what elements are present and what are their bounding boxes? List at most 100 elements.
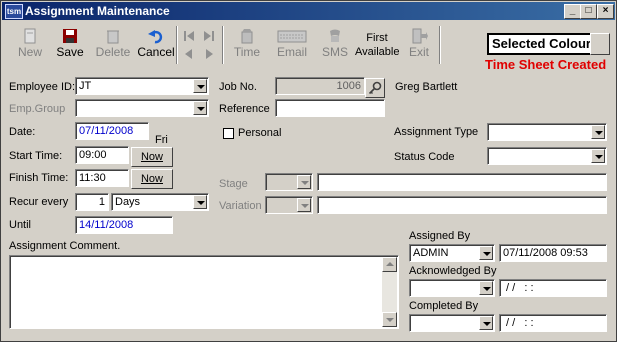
- save-button[interactable]: Save: [51, 26, 89, 64]
- completed-by-combo[interactable]: [409, 314, 495, 332]
- previous-record-icon[interactable]: [181, 47, 197, 61]
- scroll-up-icon[interactable]: [382, 257, 397, 272]
- assigned-by-datetime[interactable]: 07/11/2008 09:53: [499, 244, 607, 262]
- toolbar-separator: [176, 26, 178, 64]
- chevron-down-icon[interactable]: [297, 198, 311, 212]
- delete-button[interactable]: Delete: [91, 26, 135, 64]
- first-available-label-line2: Available: [355, 46, 400, 58]
- assigned-by-value: ADMIN: [413, 247, 449, 259]
- email-label: Email: [276, 45, 307, 59]
- cancel-button[interactable]: Cancel: [137, 26, 175, 64]
- start-time-label: Start Time:: [9, 150, 63, 162]
- assignment-comment-label: Assignment Comment.: [9, 240, 121, 252]
- exit-button[interactable]: Exit: [401, 26, 437, 64]
- finish-time-field[interactable]: 11:30: [75, 169, 129, 187]
- chevron-down-icon[interactable]: [479, 316, 493, 330]
- phone-icon: [330, 29, 340, 42]
- chevron-down-icon[interactable]: [591, 125, 605, 139]
- colour-picker-button[interactable]: [590, 33, 610, 55]
- maximize-button[interactable]: □: [580, 4, 597, 19]
- acknowledged-by-combo[interactable]: [409, 279, 495, 297]
- stage-description-field[interactable]: [317, 173, 607, 191]
- minimize-button[interactable]: _: [564, 4, 581, 19]
- finish-time-label: Finish Time:: [9, 172, 69, 184]
- first-record-icon[interactable]: [181, 29, 197, 43]
- job-lookup-button[interactable]: [365, 78, 385, 98]
- chevron-down-icon[interactable]: [193, 101, 207, 115]
- acknowledged-by-datetime[interactable]: / / : :: [499, 279, 607, 297]
- completed-by-label: Completed By: [409, 300, 479, 312]
- reference-label: Reference: [219, 103, 270, 115]
- new-button[interactable]: New: [11, 26, 49, 64]
- now-label: Now: [140, 151, 163, 163]
- cancel-label: Cancel: [137, 45, 175, 59]
- close-button[interactable]: ×: [597, 4, 614, 19]
- first-available-label-line1: First: [366, 32, 388, 44]
- first-available-button[interactable]: First Available: [355, 31, 399, 69]
- start-time-field[interactable]: 09:00: [75, 146, 129, 164]
- undo-arrow-icon: [148, 30, 163, 44]
- assignment-maintenance-window: tsm Assignment Maintenance _ □ × New Sav…: [0, 0, 617, 342]
- chevron-down-icon[interactable]: [297, 175, 311, 189]
- job-no-field[interactable]: 1006: [275, 77, 365, 95]
- recur-every-label: Recur every: [9, 196, 69, 208]
- assignment-type-combo[interactable]: [487, 123, 607, 141]
- acknowledged-by-label: Acknowledged By: [409, 265, 497, 277]
- email-button[interactable]: Email: [271, 26, 313, 64]
- comment-scrollbar[interactable]: [382, 257, 397, 327]
- next-record-icon[interactable]: [201, 47, 217, 61]
- chevron-down-icon[interactable]: [193, 195, 207, 209]
- completed-by-datetime[interactable]: / / : :: [499, 314, 607, 332]
- delete-label: Delete: [95, 45, 131, 59]
- new-document-icon: [24, 28, 36, 44]
- start-time-now-button[interactable]: Now: [131, 147, 173, 167]
- assignment-type-label: Assignment Type: [394, 126, 479, 138]
- emp-group-combo[interactable]: [75, 99, 209, 117]
- toolbar-separator: [222, 26, 224, 64]
- employee-name: Greg Bartlett: [395, 81, 458, 93]
- until-label: Until: [9, 219, 32, 231]
- recur-unit-value: Days: [115, 196, 141, 208]
- recur-every-field[interactable]: 1: [75, 193, 109, 211]
- sms-button[interactable]: SMS: [317, 26, 353, 64]
- variation-label: Variation: [219, 200, 262, 212]
- date-field[interactable]: 07/11/2008: [75, 122, 149, 140]
- employee-id-label: Employee ID:: [9, 81, 76, 93]
- key-icon: [368, 81, 382, 95]
- chevron-down-icon[interactable]: [479, 281, 493, 295]
- scroll-down-icon[interactable]: [382, 312, 397, 327]
- employee-id-value: JT: [79, 80, 92, 92]
- day-of-week: Fri: [155, 134, 168, 146]
- variation-combo[interactable]: [265, 196, 313, 214]
- assigned-by-combo[interactable]: ADMIN: [409, 244, 495, 262]
- variation-description-field[interactable]: [317, 196, 607, 214]
- reference-field[interactable]: [275, 99, 385, 117]
- recur-unit-combo[interactable]: Days: [111, 193, 209, 211]
- employee-id-combo[interactable]: JT: [75, 77, 209, 95]
- time-button[interactable]: Time: [227, 26, 267, 64]
- job-no-label: Job No.: [219, 81, 257, 93]
- until-date-field[interactable]: 14/11/2008: [75, 216, 173, 234]
- window-title: Assignment Maintenance: [25, 4, 170, 18]
- sms-label: SMS: [321, 45, 348, 59]
- status-code-combo[interactable]: [487, 147, 607, 165]
- last-record-icon[interactable]: [201, 29, 217, 43]
- delete-icon: [107, 30, 119, 44]
- assignment-comment-textarea[interactable]: [9, 255, 399, 329]
- toolbar-separator: [439, 26, 441, 64]
- finish-time-now-button[interactable]: Now: [131, 169, 173, 189]
- personal-checkbox[interactable]: [223, 128, 234, 139]
- status-code-label: Status Code: [394, 151, 455, 163]
- chevron-down-icon[interactable]: [193, 79, 207, 93]
- floppy-disk-icon: [63, 29, 77, 43]
- stage-combo[interactable]: [265, 173, 313, 191]
- exit-label: Exit: [408, 45, 429, 59]
- personal-label: Personal: [238, 127, 282, 139]
- chevron-down-icon[interactable]: [591, 149, 605, 163]
- new-label: New: [17, 45, 42, 59]
- selected-colour-box[interactable]: Selected Colour: [487, 33, 607, 55]
- emp-group-label: Emp.Group: [9, 103, 66, 115]
- title-bar: tsm Assignment Maintenance _ □ ×: [2, 2, 615, 20]
- chevron-down-icon[interactable]: [479, 246, 493, 260]
- app-icon: tsm: [5, 4, 23, 19]
